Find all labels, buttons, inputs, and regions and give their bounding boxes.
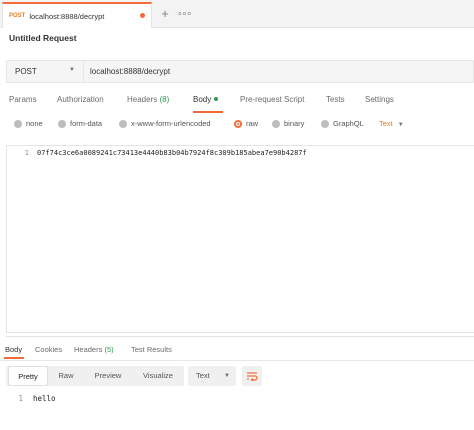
- code-content: 07f74c3ce6a0089241c73413e4440b83b04b7924…: [37, 149, 307, 157]
- tab-headers[interactable]: Headers (8): [127, 95, 169, 104]
- response-tab-cookies[interactable]: Cookies: [35, 345, 62, 354]
- radio-graphql-label: GraphQL: [333, 119, 364, 128]
- radio-circle-icon: [272, 119, 280, 128]
- tab-method: POST: [9, 13, 26, 19]
- active-response-tab-indicator: [4, 357, 24, 359]
- tab-body[interactable]: Body: [193, 95, 219, 104]
- response-tab-headers-label: Headers: [74, 345, 103, 354]
- wrap-lines-icon: [247, 372, 258, 381]
- body-editor[interactable]: 1 07f74c3ce6a0089241c73413e4440b83b04b792…: [6, 145, 474, 333]
- line-number: 1: [24, 149, 29, 157]
- radio-circle-icon: [119, 119, 127, 128]
- radio-selected-icon: [234, 119, 242, 128]
- radio-form-data[interactable]: form-data: [58, 119, 102, 128]
- radio-graphql[interactable]: GraphQL: [321, 119, 364, 128]
- tab-body-label: Body: [193, 95, 212, 104]
- request-tab[interactable]: POST localhost:8888/decrypt: [2, 2, 152, 28]
- tab-settings[interactable]: Settings: [365, 95, 394, 104]
- response-tab-headers-count: (5): [104, 345, 114, 354]
- tab-settings-label: Settings: [365, 95, 394, 104]
- radio-binary[interactable]: binary: [272, 119, 304, 128]
- tab-pre-request-script[interactable]: Pre-request Script: [240, 95, 304, 104]
- method-select-value: POST: [15, 67, 37, 76]
- response-format-select[interactable]: Text ▼: [188, 366, 236, 386]
- radio-raw[interactable]: raw: [234, 119, 258, 128]
- radio-form-data-label: form-data: [70, 119, 103, 128]
- body-format-value: Text: [379, 119, 393, 128]
- radio-none-label: none: [26, 119, 43, 128]
- url-bar: POST ▼: [6, 60, 474, 83]
- body-type-selector: none form-data x-www-form-urlencoded raw…: [0, 119, 474, 133]
- response-tab-cookies-label: Cookies: [35, 345, 63, 354]
- tab-headers-label: Headers: [127, 95, 158, 104]
- tab-tests-label: Tests: [326, 95, 345, 104]
- tab-pre-request-script-label: Pre-request Script: [240, 95, 305, 104]
- tab-strip: POST localhost:8888/decrypt + ∘∘∘: [0, 0, 474, 28]
- tab-tests[interactable]: Tests: [326, 95, 345, 104]
- unsaved-dot-icon: [140, 13, 145, 18]
- resize-handle[interactable]: [6, 333, 474, 337]
- view-raw-button[interactable]: Raw: [52, 366, 80, 386]
- response-divider: [0, 360, 474, 361]
- green-dot-icon: [214, 97, 219, 101]
- view-pretty-button[interactable]: Pretty: [8, 366, 48, 386]
- response-format-value: Text: [196, 371, 210, 380]
- request-title[interactable]: Untitled Request: [9, 33, 77, 43]
- chevron-down-icon: ▼: [69, 67, 75, 73]
- radio-none[interactable]: none: [14, 119, 43, 128]
- radio-circle-icon: [14, 119, 22, 128]
- tab-authorization[interactable]: Authorization: [57, 95, 104, 104]
- tab-authorization-label: Authorization: [57, 95, 104, 104]
- response-view-modes: Pretty Raw Preview Visualize: [6, 366, 184, 386]
- wrap-lines-button[interactable]: [242, 366, 262, 386]
- response-tab-test-results-label: Test Results: [131, 345, 172, 354]
- chevron-down-icon: ▼: [397, 122, 404, 128]
- view-visualize-button[interactable]: Visualize: [134, 366, 182, 386]
- response-tab-body-label: Body: [5, 345, 23, 354]
- radio-x-www-form-urlencoded-label: x-www-form-urlencoded: [131, 119, 211, 128]
- tab-headers-count: (8): [159, 95, 170, 104]
- radio-binary-label: binary: [284, 119, 305, 128]
- body-format-select[interactable]: Text ▼: [379, 119, 404, 128]
- response-line: 1 hello: [6, 394, 56, 403]
- radio-raw-label: raw: [246, 119, 259, 128]
- response-content: hello: [33, 394, 56, 403]
- tab-params-label: Params: [9, 95, 37, 104]
- response-tabs: Body Cookies Headers (5) Test Results: [0, 345, 474, 359]
- response-tab-body[interactable]: Body: [5, 345, 22, 354]
- more-tabs-button[interactable]: ∘∘∘: [176, 6, 192, 22]
- radio-circle-icon: [58, 119, 66, 128]
- response-tab-headers[interactable]: Headers (5): [74, 345, 114, 354]
- response-tab-test-results[interactable]: Test Results: [131, 345, 172, 354]
- url-input[interactable]: [90, 61, 470, 82]
- chevron-down-icon: ▼: [224, 373, 230, 379]
- radio-x-www-form-urlencoded[interactable]: x-www-form-urlencoded: [119, 119, 211, 128]
- tab-params[interactable]: Params: [9, 95, 37, 104]
- response-line-number: 1: [18, 394, 23, 403]
- method-select[interactable]: POST ▼: [7, 61, 84, 82]
- code-line: 1 07f74c3ce6a0089241c73413e4440b83b04b792…: [7, 149, 474, 157]
- radio-circle-icon: [321, 119, 329, 128]
- view-preview-button[interactable]: Preview: [84, 366, 132, 386]
- tab-title: localhost:8888/decrypt: [29, 11, 105, 21]
- request-tabs: Params Authorization Headers (8) Body Pr…: [0, 95, 474, 109]
- add-tab-button[interactable]: +: [157, 6, 173, 22]
- active-tab-indicator: [193, 111, 223, 113]
